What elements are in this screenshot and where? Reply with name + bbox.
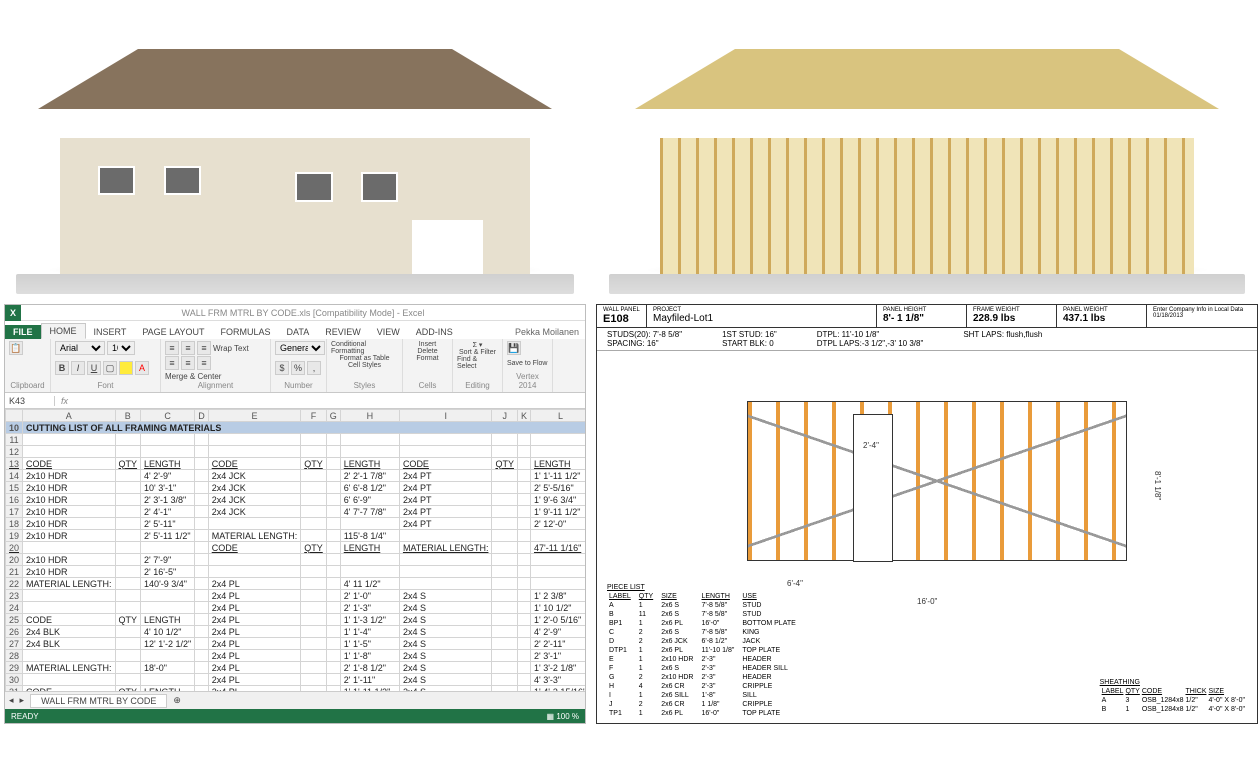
- excel-icon: X: [5, 305, 21, 321]
- ribbon-tabs: FILE HOME INSERT PAGE LAYOUT FORMULAS DA…: [5, 321, 585, 339]
- cond-fmt-button[interactable]: Conditional Formatting: [331, 341, 398, 355]
- bold-button[interactable]: B: [55, 361, 69, 375]
- sort-button[interactable]: Sort & Filter: [459, 349, 496, 356]
- group-editing: Editing: [457, 381, 498, 390]
- insert-button[interactable]: Insert: [419, 341, 437, 348]
- font-color-button[interactable]: A: [135, 361, 149, 375]
- fx-icon[interactable]: fx: [55, 396, 74, 406]
- house-render-framing: [596, 4, 1258, 294]
- frame-weight: 228.9 lbs: [973, 313, 1015, 324]
- house-render-finished: [4, 4, 586, 294]
- sheathing-list: SHEATHING LABELQTYCODETHICKSIZEA3OSB_128…: [1100, 679, 1247, 715]
- panel-height: 8'- 1 1/8": [883, 313, 924, 324]
- project-name: Mayfiled-Lot1: [653, 313, 713, 324]
- number-format-select[interactable]: General: [275, 341, 325, 355]
- wrap-text-button[interactable]: Wrap Text: [213, 344, 249, 353]
- merge-button[interactable]: Merge & Center: [165, 372, 221, 381]
- wall-elevation: [747, 401, 1127, 561]
- shop-drawing: WALL PANEL E108 PROJECT Mayfiled-Lot1 PA…: [596, 304, 1258, 724]
- fill-color-button[interactable]: [119, 361, 133, 375]
- comma-button[interactable]: ,: [307, 361, 321, 375]
- excel-titlebar: X WALL FRM MTRL BY CODE.xls [Compatibili…: [5, 305, 585, 321]
- door-opening: [853, 414, 893, 562]
- tab-insert[interactable]: INSERT: [86, 325, 135, 339]
- excel-doc-title: WALL FRM MTRL BY CODE.xls [Compatibility…: [21, 308, 585, 318]
- zoom-level[interactable]: 100 %: [556, 712, 579, 721]
- cell-styles-button[interactable]: Cell Styles: [348, 362, 381, 369]
- sheet-nav-prev[interactable]: ◂: [9, 695, 14, 706]
- tab-formulas[interactable]: FORMULAS: [213, 325, 279, 339]
- sheet-tab[interactable]: WALL FRM MTRL BY CODE: [30, 694, 167, 708]
- format-button[interactable]: Format: [416, 355, 438, 362]
- font-size-select[interactable]: 10: [107, 341, 135, 355]
- elevation-canvas: 16'-0" 8'-1 1/8" 2'-4" 6'-4" PIECE LIST …: [597, 351, 1257, 723]
- group-number: Number: [275, 381, 322, 390]
- view-normal-button[interactable]: ▦: [547, 712, 555, 721]
- tab-file[interactable]: FILE: [5, 325, 41, 339]
- tab-pagelayout[interactable]: PAGE LAYOUT: [134, 325, 212, 339]
- wall-panel-id: E108: [603, 313, 629, 325]
- align-mid-button[interactable]: ≡: [181, 341, 195, 355]
- name-box[interactable]: K43: [5, 396, 55, 406]
- align-top-button[interactable]: ≡: [165, 341, 179, 355]
- currency-button[interactable]: $: [275, 361, 289, 375]
- tab-review[interactable]: REVIEW: [317, 325, 369, 339]
- piece-list: PIECE LIST LABELQTYSIZELENGTHUSEA12x6 S7…: [607, 584, 804, 719]
- percent-button[interactable]: %: [291, 361, 305, 375]
- group-cells: Cells: [407, 381, 448, 390]
- formula-input[interactable]: [74, 394, 585, 408]
- dim-height: 8'-1 1/8": [1153, 471, 1162, 500]
- align-right-button[interactable]: ≡: [197, 356, 211, 370]
- sheet-add-button[interactable]: ⊕: [173, 695, 181, 706]
- dim-door: 2'-4": [863, 441, 879, 450]
- sheet-nav-next[interactable]: ▸: [20, 695, 25, 706]
- tab-home[interactable]: HOME: [41, 323, 86, 339]
- tab-data[interactable]: DATA: [279, 325, 318, 339]
- panel-weight: 437.1 lbs: [1063, 313, 1105, 324]
- drawing-info-row: STUDS(20): 7'-8 5/8"SPACING: 16" 1ST STU…: [597, 328, 1257, 351]
- find-button[interactable]: Find & Select: [457, 356, 498, 370]
- border-button[interactable]: ▢: [103, 361, 117, 375]
- tab-addins[interactable]: ADD-INS: [408, 325, 461, 339]
- font-name-select[interactable]: Arial: [55, 341, 105, 355]
- status-text: READY: [11, 712, 39, 721]
- formula-bar: K43 fx: [5, 393, 585, 409]
- group-vertex: Vertex 2014: [507, 372, 548, 390]
- align-bot-button[interactable]: ≡: [197, 341, 211, 355]
- group-font: Font: [55, 381, 156, 390]
- group-alignment: Alignment: [165, 381, 266, 390]
- ribbon-body: 📋 Clipboard Arial 10 B I U ▢ A Font: [5, 339, 585, 393]
- align-left-button[interactable]: ≡: [165, 356, 179, 370]
- group-styles: Styles: [331, 381, 398, 390]
- save-to-flow-button[interactable]: 💾: [507, 341, 521, 355]
- align-center-button[interactable]: ≡: [181, 356, 195, 370]
- paste-button[interactable]: 📋: [9, 341, 23, 355]
- dim-width: 16'-0": [917, 597, 937, 606]
- italic-button[interactable]: I: [71, 361, 85, 375]
- drawing-date: 01/18/2013: [1153, 313, 1251, 319]
- delete-button[interactable]: Delete: [417, 348, 437, 355]
- fmt-table-button[interactable]: Format as Table: [339, 355, 389, 362]
- excel-user[interactable]: Pekka Moilanen: [509, 325, 585, 339]
- group-clipboard: Clipboard: [9, 381, 46, 390]
- tab-view[interactable]: VIEW: [369, 325, 408, 339]
- worksheet[interactable]: ABCDEFGHIJKL10CUTTING LIST OF ALL FRAMIN…: [5, 409, 585, 691]
- excel-window: X WALL FRM MTRL BY CODE.xls [Compatibili…: [4, 304, 586, 724]
- drawing-titleblock: WALL PANEL E108 PROJECT Mayfiled-Lot1 PA…: [597, 305, 1257, 328]
- underline-button[interactable]: U: [87, 361, 101, 375]
